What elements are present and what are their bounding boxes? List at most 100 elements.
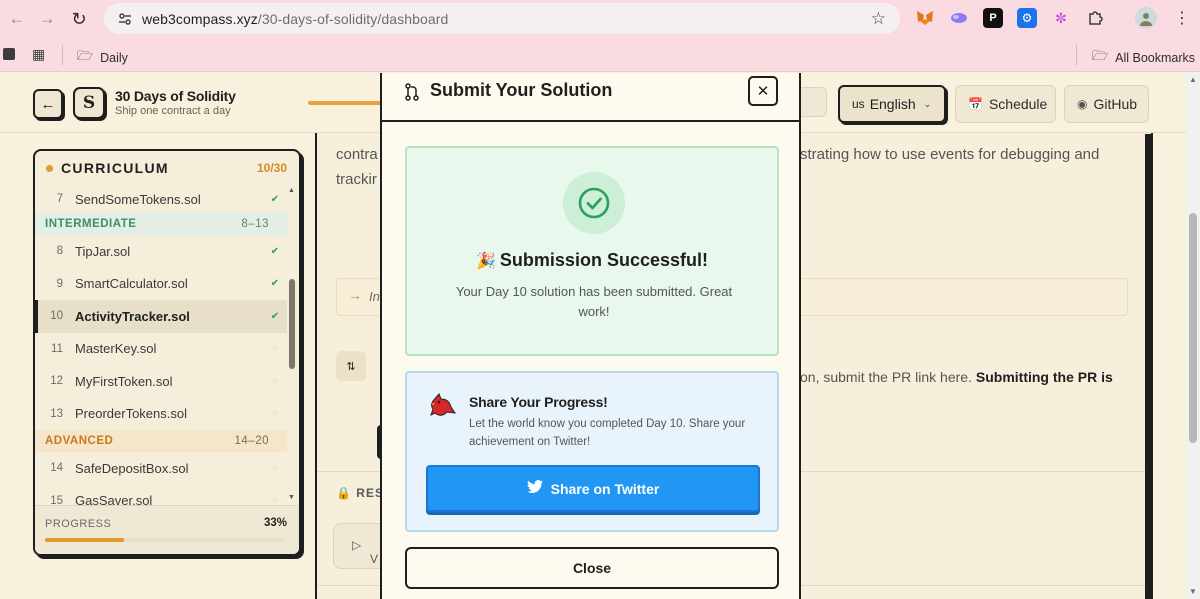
site-settings-icon[interactable] xyxy=(116,10,134,28)
lesson-row-9[interactable]: 9 SmartCalculator.sol ✔ xyxy=(35,268,287,301)
close-button-label: Close xyxy=(572,560,612,576)
back-button[interactable]: ← xyxy=(33,89,63,119)
all-bookmarks[interactable]: 🗁 All Bookmarks xyxy=(1092,47,1195,69)
curriculum-title: CURRICULUM xyxy=(61,160,169,176)
bookmark-star-icon[interactable]: ☆ xyxy=(871,9,886,29)
lock-icon: 🔒 xyxy=(336,486,352,500)
scroll-up-icon[interactable]: ▲ xyxy=(1189,75,1197,84)
section-label: INTERMEDIATE xyxy=(45,218,137,230)
scroll-down-icon[interactable]: ▼ xyxy=(1189,587,1197,596)
lesson-number: 11 xyxy=(51,342,63,355)
metamask-fox-icon[interactable] xyxy=(915,8,935,28)
calendar-icon: 📅 xyxy=(968,97,983,111)
lesson-name: SmartCalculator.sol xyxy=(75,276,188,292)
share-on-twitter-button[interactable]: Share on Twitter xyxy=(426,465,760,512)
lesson-number: 13 xyxy=(50,407,63,420)
lesson-name: TipJar.sol xyxy=(75,243,131,259)
url-path: /30-days-of-solidity/dashboard xyxy=(257,10,449,27)
lesson-row-11[interactable]: 11 MasterKey.sol ○ xyxy=(35,333,287,366)
app-logo[interactable]: S xyxy=(73,87,105,119)
scroll-down-icon[interactable]: ▼ xyxy=(288,494,295,501)
curriculum-scrollbar[interactable]: ▲ ▼ xyxy=(287,185,297,505)
lesson-row-8[interactable]: 8 TipJar.sol ✔ xyxy=(35,235,287,268)
lesson-name: ActivityTracker.sol xyxy=(75,308,190,324)
progress-label: PROGRESS xyxy=(45,518,112,530)
url-domain: web3compass.xyz xyxy=(142,10,258,27)
language-selector[interactable]: us English ⌄ xyxy=(838,85,946,123)
more-menu-icon[interactable]: ⋮ xyxy=(1172,8,1192,28)
curriculum-list: 7 SendSomeTokens.sol ✔ INTERMEDIATE 8–13… xyxy=(35,185,287,517)
cardinal-bird-icon xyxy=(427,391,457,421)
modal-title: Submit Your Solution xyxy=(430,80,613,100)
bookmarks-divider-right xyxy=(1076,45,1077,65)
check-circle-icon: ✔ xyxy=(270,310,280,322)
lesson-number: 14 xyxy=(50,462,63,475)
check-circle-icon: ✔ xyxy=(270,245,280,257)
share-title: Share Your Progress! xyxy=(469,394,608,410)
puzzle-extensions-icon[interactable] xyxy=(1085,8,1105,28)
close-modal-button[interactable]: ✕ xyxy=(748,76,778,106)
schedule-button[interactable]: 📅 Schedule xyxy=(955,85,1056,123)
all-bookmarks-label: All Bookmarks xyxy=(1115,51,1196,65)
success-heading: 🎉 Submission Successful! xyxy=(407,250,777,271)
submit-solution-modal: Submit Your Solution ✕ 🎉 Submission Succe… xyxy=(380,73,801,599)
pr-instructions: on, submit the PR link here. Submitting … xyxy=(800,369,1113,385)
github-button[interactable]: ◉ GitHub xyxy=(1064,85,1149,123)
empty-circle-icon: ○ xyxy=(271,343,279,355)
share-message: Let the world know you completed Day 10.… xyxy=(469,418,746,449)
lesson-row-14[interactable]: 14 SafeDepositBox.sol ○ xyxy=(35,452,287,485)
close-button[interactable]: Close xyxy=(405,547,779,589)
scroll-thumb[interactable] xyxy=(289,279,295,369)
bookmark-daily-label: Daily xyxy=(100,51,128,65)
folder-icon: 🗁 xyxy=(77,48,94,63)
sidebar-tab-icon[interactable] xyxy=(3,48,15,60)
lesson-number: 7 xyxy=(56,193,63,205)
reload-icon[interactable]: ↻ xyxy=(65,5,93,33)
lesson-row-12[interactable]: 12 MyFirstToken.sol ○ xyxy=(35,365,287,398)
twitter-button-label: Share on Twitter xyxy=(550,480,660,497)
section-range: 8–13 xyxy=(241,218,269,230)
lesson-row-13[interactable]: 13 PreorderTokens.sol ○ xyxy=(35,398,287,431)
section-range: 14–20 xyxy=(234,435,269,447)
brand-title: 30 Days of Solidity xyxy=(115,88,236,104)
success-title: Submission Successful! xyxy=(499,250,708,270)
lesson-name: SendSomeTokens.sol xyxy=(75,191,201,207)
page-scroll-thumb[interactable] xyxy=(1189,213,1197,443)
lesson-number: 10 xyxy=(50,310,63,323)
forward-arrow-icon[interactable]: → xyxy=(33,5,61,33)
check-circle-icon: ✔ xyxy=(270,193,280,205)
play-icon: ▷ V xyxy=(352,538,379,566)
bookmark-daily[interactable]: 🗁 Daily xyxy=(77,47,128,69)
lesson-name: MyFirstToken.sol xyxy=(75,373,173,389)
calendar-button[interactable] xyxy=(797,87,827,117)
chevron-down-icon: ⌄ xyxy=(923,98,932,109)
success-check-icon xyxy=(563,172,625,234)
apps-grid-icon[interactable]: ▦ xyxy=(32,46,45,63)
progress-percent: 33% xyxy=(263,517,287,529)
schedule-label: Schedule xyxy=(988,96,1048,112)
share-progress-card: Share Your Progress! Let the world know … xyxy=(405,371,779,532)
lesson-row-10-active[interactable]: 10 ActivityTracker.sol ✔ xyxy=(35,300,287,333)
gear-extension-icon[interactable]: ⚙ xyxy=(1017,8,1037,28)
address-bar[interactable]: web3compass.xyz/30-days-of-solidity/dash… xyxy=(104,3,900,34)
back-arrow-icon[interactable]: ← xyxy=(3,5,31,33)
p-extension-icon[interactable]: P xyxy=(983,8,1003,28)
empty-circle-icon: ○ xyxy=(271,408,279,420)
modal-header: Submit Your Solution ✕ xyxy=(382,73,799,122)
scroll-up-icon[interactable]: ▲ xyxy=(288,187,295,194)
pr-instructions-text: on, submit the PR link here. xyxy=(800,369,976,385)
sparkle-extension-icon[interactable]: ✼ xyxy=(1051,8,1071,28)
panel-border xyxy=(1145,134,1151,599)
flag-us-icon: us xyxy=(852,97,865,111)
content-line-2: trackir xyxy=(336,171,377,188)
page-scrollbar[interactable]: ▲ ▼ xyxy=(1186,73,1200,599)
bookmarks-divider xyxy=(62,45,63,65)
pull-request-icon xyxy=(404,83,420,105)
lesson-row-7[interactable]: 7 SendSomeTokens.sol ✔ xyxy=(35,185,287,213)
arrow-right-icon: → xyxy=(348,287,362,303)
curriculum-count: 10/30 xyxy=(256,161,287,175)
profile-avatar[interactable] xyxy=(1135,7,1157,29)
section-advanced: ADVANCED 14–20 xyxy=(35,430,287,452)
purple-wallet-icon[interactable] xyxy=(949,8,969,28)
curriculum-header: CURRICULUM 10/30 xyxy=(35,151,299,185)
